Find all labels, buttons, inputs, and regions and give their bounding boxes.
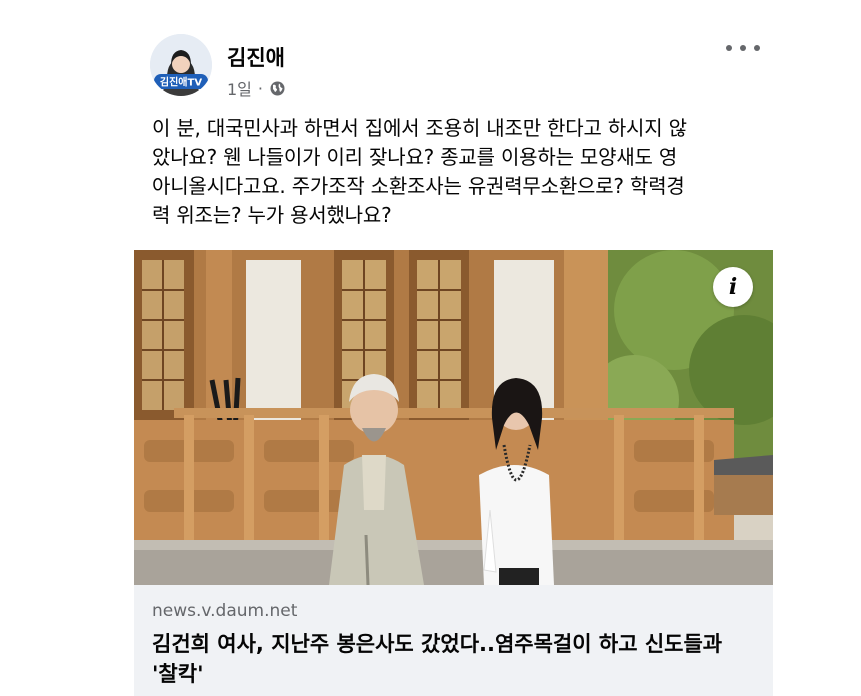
- link-preview-image[interactable]: [134, 250, 773, 585]
- link-preview-card[interactable]: news.v.daum.net 김건희 여사, 지난주 봉은사도 갔었다..염주…: [134, 585, 773, 696]
- facebook-post: 김진애TV 김진애 1일 · 이 분, 대국민사과 하면서 집에서 조용히 내조…: [0, 0, 861, 696]
- link-headline-line: '찰칵': [152, 662, 204, 686]
- link-headline-line: 김건희 여사, 지난주 봉은사도 갔었다..염주목걸이 하고 신도들과: [152, 632, 723, 656]
- post-text-line: 력 위조는? 누가 용서했나요?: [152, 203, 392, 227]
- link-headline[interactable]: 김건희 여사, 지난주 봉은사도 갔었다..염주목걸이 하고 신도들과 '찰칵': [152, 629, 762, 689]
- post-text-line: 아니올시다고요. 주가조작 소환조사는 유권력무소환으로? 학력경: [152, 174, 685, 198]
- meta-separator: ·: [257, 78, 263, 98]
- author-name[interactable]: 김진애: [227, 42, 285, 72]
- avatar-caption: 김진애TV: [160, 76, 202, 89]
- post-time[interactable]: 1일: [227, 76, 252, 100]
- post-text-line: 이 분, 대국민사과 하면서 집에서 조용히 내조만 한다고 하시지 않: [152, 116, 687, 140]
- post-meta: 1일 ·: [227, 76, 286, 100]
- post-text-line: 았나요? 웬 나들이가 이리 잦나요? 종교를 이용하는 모양새도 영: [152, 145, 678, 169]
- author-avatar[interactable]: 김진애TV: [150, 34, 212, 96]
- more-options-icon[interactable]: [726, 38, 760, 58]
- info-icon[interactable]: i: [713, 267, 753, 307]
- post-text: 이 분, 대국민사과 하면서 집에서 조용히 내조만 한다고 하시지 않 았나요…: [152, 114, 752, 230]
- avatar-image: 김진애TV: [150, 34, 212, 96]
- link-domain: news.v.daum.net: [152, 601, 298, 621]
- globe-icon: [269, 80, 286, 97]
